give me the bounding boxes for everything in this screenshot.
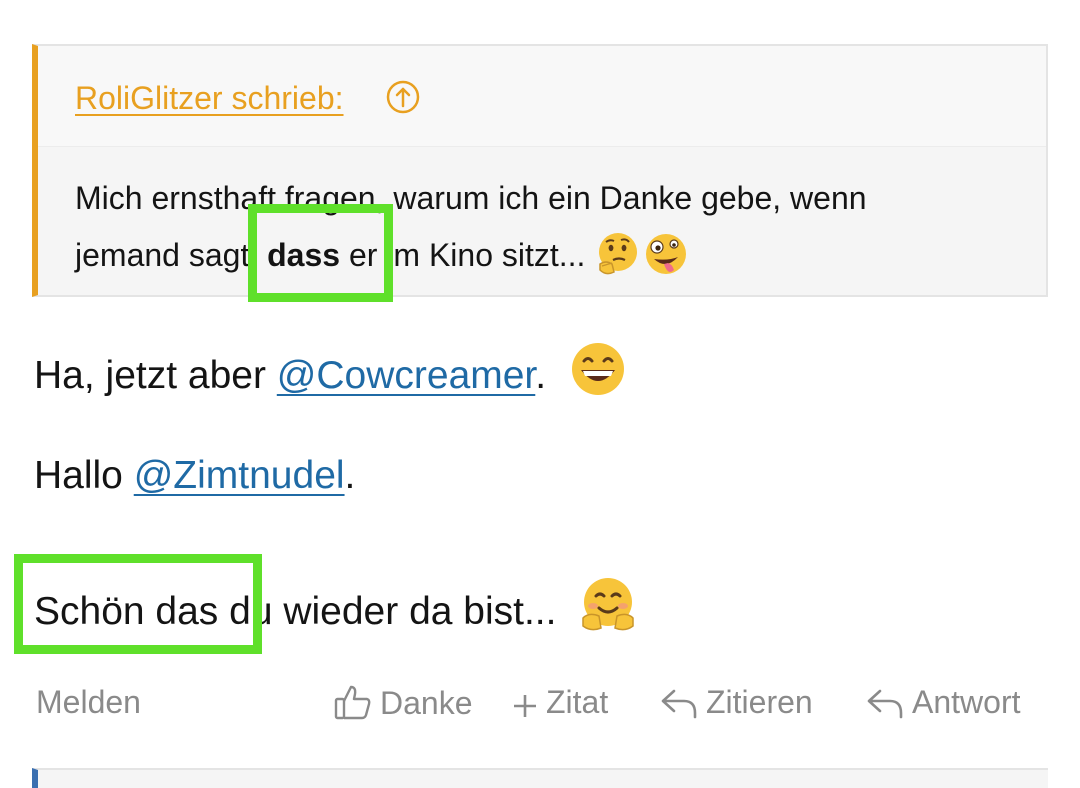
mention-link[interactable]: @Zimtnudel bbox=[134, 454, 345, 497]
report-button[interactable]: Melden bbox=[36, 684, 141, 721]
quote-header: RoliGlitzer schrieb: bbox=[38, 46, 1046, 147]
reply-arrow-icon bbox=[661, 689, 697, 719]
quote-body: Mich ernsthaft fragen, warum ich ein Dan… bbox=[75, 170, 1015, 284]
post-line-1: Ha, jetzt aber @Cowcreamer. bbox=[34, 340, 627, 398]
reply-arrow-icon bbox=[867, 689, 903, 719]
quote-line-2: jemand sagt, dass er im Kino sitzt... bbox=[75, 227, 1015, 284]
post-actions-bar: Melden Danke Zitat Zitieren Antwort bbox=[0, 674, 1080, 734]
thinking-face-emoji-icon bbox=[599, 233, 638, 275]
plus-icon bbox=[514, 695, 536, 717]
reply-button[interactable]: Antwort bbox=[866, 684, 1020, 721]
post-text: Hallo bbox=[34, 454, 134, 497]
thanks-button[interactable]: Danke bbox=[334, 684, 473, 722]
quote-line-1: Mich ernsthaft fragen, warum ich ein Dan… bbox=[75, 180, 867, 216]
post-text: . bbox=[344, 454, 356, 497]
reply-label: Antwort bbox=[912, 684, 1021, 720]
grinning-face-emoji-icon bbox=[571, 343, 624, 395]
zany-face-emoji-icon bbox=[646, 234, 687, 274]
arrow-up-icon[interactable] bbox=[386, 80, 420, 114]
add-quote-button[interactable]: Zitat bbox=[512, 684, 608, 721]
highlight-box-das bbox=[14, 554, 262, 654]
quote-block: RoliGlitzer schrieb: Mich ernsthaft frag… bbox=[32, 44, 1048, 297]
mention-link[interactable]: @Cowcreamer bbox=[277, 354, 536, 397]
highlight-box-dass bbox=[248, 204, 393, 302]
post-text: . bbox=[535, 354, 547, 397]
quote-text: jemand sagt bbox=[75, 237, 250, 273]
quote-author-link[interactable]: RoliGlitzer schrieb: bbox=[75, 80, 344, 117]
post-text: Ha, jetzt aber bbox=[34, 354, 277, 397]
next-post-edge bbox=[32, 768, 1048, 788]
thanks-label: Danke bbox=[380, 685, 473, 721]
post-line-2: Hallo @Zimtnudel. bbox=[34, 454, 355, 498]
add-quote-label: Zitat bbox=[546, 684, 609, 720]
quote-button[interactable]: Zitieren bbox=[660, 684, 813, 721]
hugging-face-emoji-icon bbox=[582, 578, 635, 631]
thumbs-up-icon bbox=[334, 685, 371, 720]
quote-label: Zitieren bbox=[706, 684, 813, 720]
report-label: Melden bbox=[36, 684, 141, 720]
